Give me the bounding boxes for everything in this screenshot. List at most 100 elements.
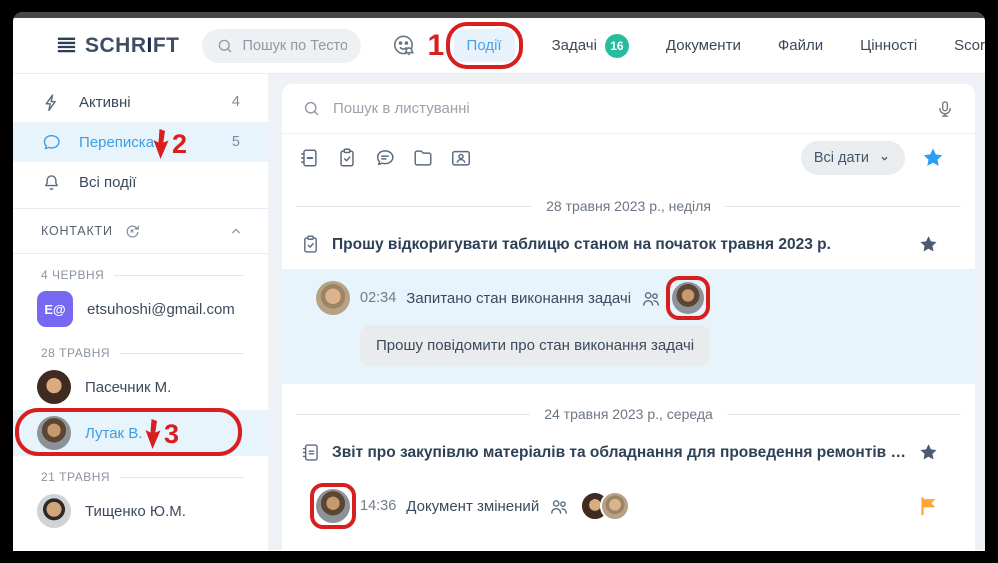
sender-avatar-annotated[interactable] bbox=[316, 489, 350, 523]
message-row[interactable]: 14:36 Документ змінений bbox=[282, 473, 975, 541]
filter-bar: Всі дати bbox=[282, 134, 975, 182]
event-star-icon[interactable] bbox=[918, 442, 939, 463]
contacts-header[interactable]: КОНТАКТИ bbox=[13, 209, 268, 253]
avatar bbox=[37, 370, 71, 404]
contact-date-group: 28 ТРАВНЯ bbox=[41, 346, 244, 360]
date-filter-dropdown[interactable]: Всі дати bbox=[801, 141, 905, 175]
lightning-icon bbox=[41, 92, 62, 113]
participant-avatars bbox=[580, 491, 630, 521]
contact-etsuhoshi[interactable]: E@ etsuhoshi@gmail.com bbox=[13, 286, 268, 332]
filter-contact-card-icon[interactable] bbox=[450, 147, 472, 169]
tab-tasks-label: Задачі bbox=[552, 37, 597, 54]
divider bbox=[13, 253, 268, 254]
filter-folder-icon[interactable] bbox=[412, 147, 434, 169]
participant-avatar-annotated[interactable] bbox=[672, 282, 704, 314]
app-logo[interactable]: SCHRIFT bbox=[55, 34, 180, 58]
annotation-step-1: 1 bbox=[428, 31, 445, 61]
date-filter-label: Всі дати bbox=[814, 150, 869, 166]
global-search[interactable] bbox=[202, 29, 361, 63]
event-row-task[interactable]: Прошу відкоригувати таблицю станом на по… bbox=[282, 224, 975, 265]
event-title: Звіт про закупівлю матеріалів та обладна… bbox=[332, 444, 907, 462]
tab-scorecards-label: Scor bbox=[954, 37, 985, 54]
annotation-digit: 3 bbox=[164, 421, 179, 448]
contact-pasechnyk[interactable]: Пасечник М. bbox=[13, 364, 268, 410]
tab-files[interactable]: Файли bbox=[778, 37, 823, 54]
support-smiley-icon[interactable] bbox=[391, 33, 417, 59]
search-icon bbox=[302, 99, 321, 118]
search-icon bbox=[216, 37, 234, 55]
sidebar-item-count: 5 bbox=[232, 134, 240, 150]
bell-icon bbox=[41, 172, 62, 193]
microphone-icon[interactable] bbox=[935, 99, 955, 119]
contacts-title: КОНТАКТИ bbox=[41, 224, 113, 238]
chat-bubble-icon bbox=[41, 132, 62, 153]
date-separator-label: 24 травня 2023 р., середа bbox=[544, 406, 713, 422]
filter-task-icon[interactable] bbox=[336, 147, 358, 169]
sidebar-item-active[interactable]: Активні 4 bbox=[13, 82, 268, 122]
date-separator-label: 28 травня 2023 р., неділя bbox=[546, 198, 711, 214]
participants-icon bbox=[641, 288, 662, 309]
contact-date-group: 21 ТРАВНЯ bbox=[41, 470, 244, 484]
avatar: E@ bbox=[37, 291, 73, 327]
contact-date-group: 4 ЧЕРВНЯ bbox=[41, 268, 244, 282]
global-search-input[interactable] bbox=[243, 38, 347, 54]
message-time: 02:34 bbox=[360, 290, 396, 306]
tab-documents[interactable]: Документи bbox=[666, 37, 741, 54]
avatar bbox=[37, 494, 71, 528]
event-row-document[interactable]: Звіт про закупівлю матеріалів та обладна… bbox=[282, 432, 975, 473]
tab-documents-label: Документи bbox=[666, 37, 741, 54]
contact-lutak[interactable]: Лутак В. 3 bbox=[13, 410, 268, 456]
chevron-down-icon bbox=[877, 151, 892, 166]
annotation-digit: 2 bbox=[172, 131, 187, 158]
sidebar-item-correspondence[interactable]: Переписка 5 2 bbox=[13, 122, 268, 162]
filter-journal-icon[interactable] bbox=[298, 147, 320, 169]
filter-chat-icon[interactable] bbox=[374, 147, 396, 169]
annotation-step-3: 3 bbox=[143, 418, 179, 450]
sidebar-item-count: 4 bbox=[232, 94, 240, 110]
sender-avatar bbox=[316, 281, 350, 315]
contact-group-date: 28 ТРАВНЯ bbox=[41, 346, 110, 360]
message-action: Запитано стан виконання задачі bbox=[406, 290, 631, 307]
tab-scorecards[interactable]: Scor bbox=[954, 37, 985, 54]
app-window: SCHRIFT 1 Події Задачі 16 Документи Файл… bbox=[13, 12, 985, 551]
date-separator: 24 травня 2023 р., середа bbox=[296, 406, 961, 422]
tab-tasks[interactable]: Задачі 16 bbox=[552, 34, 629, 58]
contact-group-date: 4 ЧЕРВНЯ bbox=[41, 268, 104, 282]
message-action: Документ змінений bbox=[406, 498, 539, 515]
event-title: Прошу відкоригувати таблицю станом на по… bbox=[332, 236, 907, 254]
main-nav: 1 Події Задачі 16 Документи Файли Ціннос… bbox=[391, 29, 985, 62]
tab-events[interactable]: 1 Події bbox=[454, 29, 515, 62]
feed-card: Всі дати 28 травня 2023 р., неділя bbox=[282, 84, 975, 550]
message-time: 14:36 bbox=[360, 498, 396, 514]
contact-name: Тищенко Ю.М. bbox=[85, 503, 186, 520]
feed-search-input[interactable] bbox=[333, 100, 923, 117]
sidebar-item-label: Активні bbox=[79, 94, 131, 111]
chevron-up-icon[interactable] bbox=[228, 223, 244, 239]
contact-tyshchenko[interactable]: Тищенко Ю.М. bbox=[13, 488, 268, 534]
sync-contacts-icon[interactable] bbox=[123, 222, 141, 240]
message-block-highlighted[interactable]: 02:34 Запитано стан виконання задачі Про… bbox=[282, 269, 975, 384]
document-event-icon bbox=[300, 442, 321, 463]
task-event-icon bbox=[300, 234, 321, 255]
tab-files-label: Файли bbox=[778, 37, 823, 54]
event-star-icon[interactable] bbox=[918, 234, 939, 255]
hamburger-menu-icon[interactable] bbox=[55, 34, 78, 57]
flag-icon[interactable] bbox=[917, 495, 939, 517]
date-separator: 28 травня 2023 р., неділя bbox=[296, 198, 961, 214]
message-meta: 02:34 Запитано стан виконання задачі bbox=[316, 281, 939, 315]
avatar bbox=[37, 416, 71, 450]
tab-values-label: Цінності bbox=[860, 37, 917, 54]
participant-avatar bbox=[600, 491, 630, 521]
contact-name: Лутак В. bbox=[85, 425, 142, 442]
contact-name: Пасечник М. bbox=[85, 379, 171, 396]
contact-name: etsuhoshi@gmail.com bbox=[87, 301, 235, 318]
feed-search[interactable] bbox=[282, 84, 975, 134]
sidebar-item-label: Всі події bbox=[79, 174, 136, 191]
top-bar: SCHRIFT 1 Події Задачі 16 Документи Файл… bbox=[13, 18, 985, 74]
tab-values[interactable]: Цінності bbox=[860, 37, 917, 54]
annotation-digit: 1 bbox=[428, 31, 445, 61]
participants-icon bbox=[549, 496, 570, 517]
favorites-filter-star-icon[interactable] bbox=[921, 146, 945, 170]
sidebar-item-all-events[interactable]: Всі події bbox=[13, 162, 268, 202]
logo-text: SCHRIFT bbox=[85, 34, 180, 58]
